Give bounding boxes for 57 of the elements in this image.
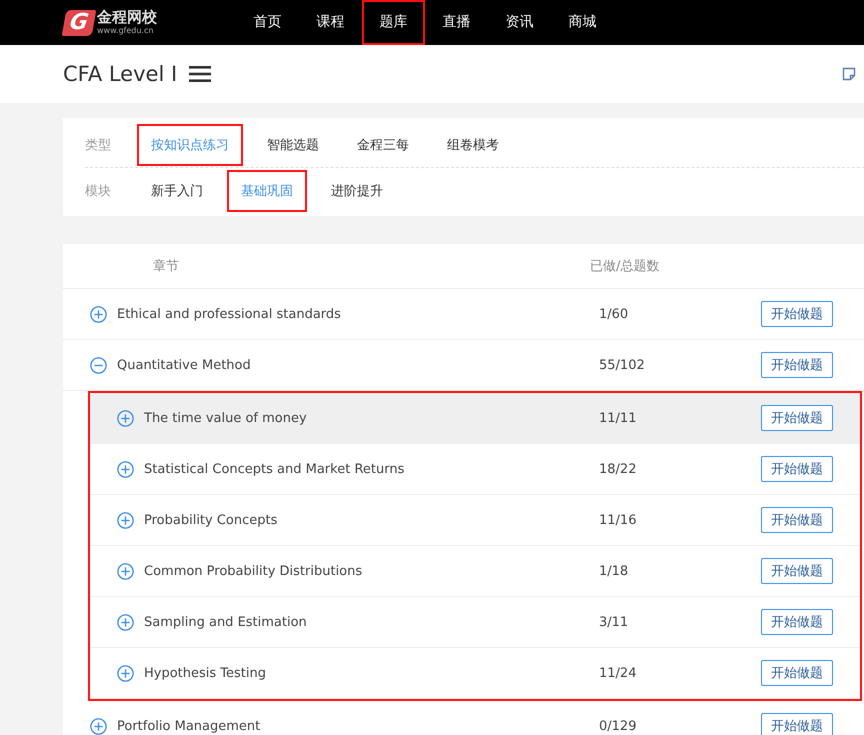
column-header: 章节 [153, 258, 180, 275]
progress-count: 11/24 [599, 666, 638, 680]
expand-icon[interactable] [117, 512, 134, 528]
start-button[interactable]: 开始做题 [761, 713, 833, 735]
start-button[interactable]: 开始做题 [761, 405, 833, 431]
filter-option[interactable]: 进阶提升 [317, 170, 397, 212]
nav-link[interactable]: 首页 [236, 0, 299, 45]
nav-link[interactable]: 直播 [425, 0, 488, 45]
progress-count: 0/129 [599, 718, 638, 734]
filter-option[interactable]: 金程三每 [343, 124, 423, 166]
chapter-title: Quantitative Method [117, 358, 252, 372]
nav-link[interactable]: 资讯 [488, 0, 551, 45]
expand-icon[interactable] [117, 410, 134, 426]
logo-url: www.gfedu.cn [97, 26, 154, 36]
progress-count: 3/11 [599, 614, 630, 630]
logo-mark: G [62, 10, 96, 36]
start-button[interactable]: 开始做题 [761, 301, 833, 327]
start-button[interactable]: 开始做题 [761, 558, 833, 584]
start-button[interactable]: 开始做题 [761, 352, 833, 378]
chapter-title: Statistical Concepts and Market Returns [144, 462, 406, 476]
chapter-title: Common Probability Distributions [144, 564, 364, 578]
expand-icon[interactable] [117, 614, 134, 630]
chapter-title: Portfolio Management [117, 718, 262, 734]
nav-link[interactable]: 题库 [362, 0, 425, 45]
note-icon[interactable] [842, 67, 856, 81]
nav-link[interactable]: 商城 [551, 0, 614, 45]
logo-name: 金程网校 [97, 9, 157, 26]
progress-count: 18/22 [599, 462, 638, 476]
chapter-title: The time value of money [144, 410, 308, 426]
expand-icon[interactable] [117, 460, 134, 478]
filter-option[interactable]: 组卷模考 [433, 124, 513, 166]
collapse-icon[interactable] [90, 356, 107, 374]
nav-link[interactable]: 课程 [299, 0, 362, 45]
progress-count: 11/16 [599, 512, 638, 528]
progress-count: 55/102 [599, 358, 646, 372]
chapter-title: Sampling and Estimation [144, 614, 308, 630]
expand-icon[interactable] [117, 562, 134, 580]
filter-label: 模块 [85, 182, 112, 200]
start-button[interactable]: 开始做题 [761, 507, 833, 533]
filter-option[interactable]: 智能选题 [253, 124, 333, 166]
chapter-title: Ethical and professional standards [117, 306, 342, 322]
start-button[interactable]: 开始做题 [761, 456, 833, 482]
progress-count: 1/60 [599, 306, 630, 322]
progress-count: 1/18 [599, 564, 630, 578]
chapter-title: Probability Concepts [144, 512, 278, 528]
column-header: 已做/总题数 [590, 258, 660, 275]
start-button[interactable]: 开始做题 [761, 609, 833, 635]
menu-icon[interactable] [189, 65, 212, 83]
filter-label: 类型 [85, 136, 112, 154]
start-button[interactable]: 开始做题 [761, 660, 833, 686]
page-title: CFA Level I [63, 62, 178, 86]
chapter-title: Hypothesis Testing [144, 666, 268, 680]
filter-option[interactable]: 新手入门 [137, 170, 217, 212]
progress-count: 11/11 [599, 410, 638, 426]
expand-icon[interactable] [90, 718, 107, 734]
expand-icon[interactable] [90, 306, 107, 322]
expand-icon[interactable] [117, 664, 134, 682]
